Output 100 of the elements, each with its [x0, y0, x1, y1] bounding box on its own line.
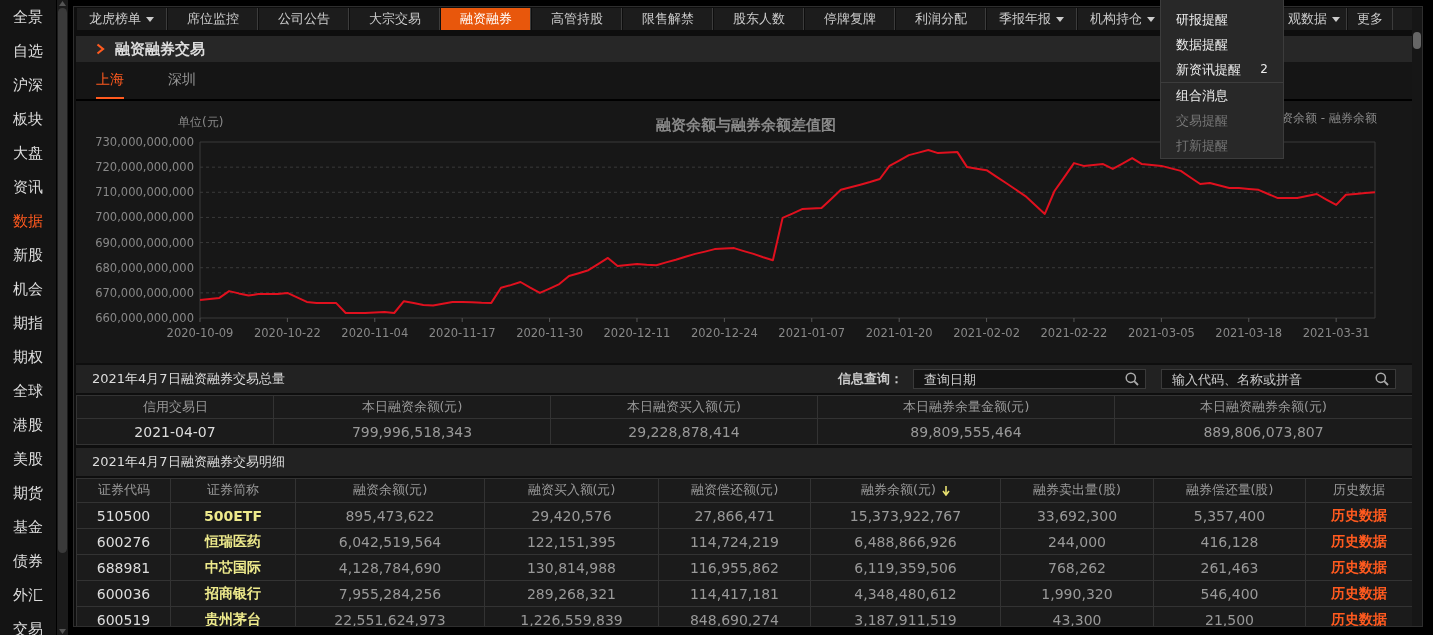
y-axis-label: 660,000,000,000	[95, 311, 194, 325]
y-axis-label: 700,000,000,000	[95, 210, 194, 225]
table-cell: 889,806,073,807	[1114, 418, 1413, 445]
sidebar-item[interactable]: 沪深	[0, 68, 56, 102]
query-label: 信息查询：	[838, 370, 903, 388]
x-axis-label: 2021-02-22	[1040, 326, 1108, 340]
y-axis-label: 710,000,000,000	[95, 185, 194, 200]
y-axis-label: 690,000,000,000	[95, 235, 194, 250]
nav-tab[interactable]: 龙虎榜单	[76, 8, 167, 30]
sidebar-item[interactable]: 港股	[0, 408, 56, 442]
table-cell: 29,228,878,414	[550, 418, 818, 445]
table-cell: 4,128,784,690	[295, 554, 485, 581]
search-icon	[1125, 372, 1139, 386]
nav-tab[interactable]: 融资融券	[440, 8, 531, 30]
table-cell: 114,724,219	[658, 528, 811, 555]
table-cell: 6,042,519,564	[295, 528, 485, 555]
x-axis-label: 2020-11-30	[516, 326, 583, 340]
column-header: 融券卖出量(股)	[1000, 478, 1154, 503]
nav-tab[interactable]: 股东人数	[713, 8, 804, 30]
sidebar-item[interactable]: 大盘	[0, 136, 56, 170]
table-cell: 89,809,555,464	[817, 418, 1115, 445]
sidebar-item[interactable]: 自选	[0, 34, 56, 68]
column-header: 本日融券余量金额(元)	[817, 395, 1115, 419]
sidebar-item[interactable]: 板块	[0, 102, 56, 136]
column-header: 融资偿还额(元)	[658, 478, 811, 503]
menu-item[interactable]: 数据提醒	[1161, 32, 1283, 57]
nav-tab[interactable]: 更多	[1347, 8, 1393, 30]
column-header: 融券偿还量(股)	[1153, 478, 1306, 503]
scrollbar-thumb[interactable]	[1413, 32, 1421, 49]
column-header: 历史数据	[1305, 478, 1413, 503]
nav-tab[interactable]: 限售解禁	[622, 8, 713, 30]
menu-item[interactable]: 组合消息	[1161, 83, 1283, 108]
column-header: 融资余额(元)	[295, 478, 485, 503]
table-title: 2021年4月7日融资融券交易明细	[92, 453, 285, 471]
column-header: 信用交易日	[76, 395, 274, 419]
search-field[interactable]: 查询日期	[913, 369, 1146, 389]
nav-tab[interactable]: 停牌复牌	[804, 8, 895, 30]
table-cell: 768,262	[1000, 554, 1154, 581]
chevron-icon	[96, 43, 105, 55]
table-cell: 895,473,622	[295, 502, 485, 529]
y-axis-label: 730,000,000,000	[95, 135, 194, 149]
nav-tab[interactable]: 利润分配	[895, 8, 986, 30]
table-cell: 29,420,576	[484, 502, 659, 529]
sidebar-item[interactable]: 资讯	[0, 170, 56, 204]
column-header: 本日融资买入额(元)	[550, 395, 818, 419]
table-cell: 6,488,866,926	[810, 528, 1001, 555]
sidebar-item[interactable]: 数据	[0, 204, 56, 238]
table-cell: 15,373,922,767	[810, 502, 1001, 529]
stock-code: 600036	[76, 580, 171, 607]
table-cell: 130,814,988	[484, 554, 659, 581]
stock-name: 500ETF	[170, 502, 296, 529]
search-field[interactable]: 输入代码、名称或拼音	[1161, 369, 1396, 389]
x-axis-label: 2020-12-11	[603, 326, 671, 340]
sidebar-item[interactable]: 美股	[0, 442, 56, 476]
nav-tab[interactable]: 大宗交易	[349, 8, 440, 30]
column-header: 证券代码	[76, 478, 171, 503]
sidebar-item[interactable]: 债券	[0, 544, 56, 578]
table-cell: 122,151,395	[484, 528, 659, 555]
region-tab[interactable]: 上海	[96, 62, 124, 99]
scrollbar-thumb[interactable]	[58, 8, 67, 553]
column-header: 本日融资融券余额(元)	[1114, 395, 1413, 419]
region-tab[interactable]: 深圳	[168, 62, 196, 99]
x-axis-label: 2020-11-04	[341, 326, 409, 340]
table-title: 2021年4月7日融资融券交易总量	[92, 370, 285, 388]
table-cell: 546,400	[1153, 580, 1306, 607]
table-cell: 416,128	[1153, 528, 1306, 555]
table-cell: 6,119,359,506	[810, 554, 1001, 581]
sidebar-item[interactable]: 期权	[0, 340, 56, 374]
chart-title: 融资余额与融券余额差值图	[656, 116, 836, 134]
nav-tab[interactable]: 公司公告	[258, 8, 349, 30]
count-label: 2	[1260, 61, 1268, 78]
sidebar-item[interactable]: 全景	[0, 0, 56, 34]
table-cell: 261,463	[1153, 554, 1306, 581]
stock-code: 510500	[76, 502, 171, 529]
stock-code: 688981	[76, 554, 171, 581]
sidebar-item[interactable]: 全球	[0, 374, 56, 408]
table-cell: 116,955,862	[658, 554, 811, 581]
section-title: 融资融券交易	[115, 39, 205, 59]
sidebar-item[interactable]: 期指	[0, 306, 56, 340]
menu-item[interactable]: 新资讯提醒 2	[1161, 57, 1283, 82]
stock-name: 招商银行	[170, 580, 296, 607]
table-cell: 289,268,321	[484, 580, 659, 607]
sidebar-item[interactable]: 机会	[0, 272, 56, 306]
sidebar-item[interactable]: 新股	[0, 238, 56, 272]
table-cell: 114,417,181	[658, 580, 811, 607]
axis-unit-label: 单位(元)	[178, 115, 224, 129]
nav-tab[interactable]: 席位监控	[167, 8, 258, 30]
column-header: 证券简称	[170, 478, 296, 503]
table-cell: 27,866,471	[658, 502, 811, 529]
sidebar-item[interactable]: 基金	[0, 510, 56, 544]
table-cell: 799,996,518,343	[273, 418, 551, 445]
scroll-down-icon[interactable]	[58, 628, 67, 635]
sidebar-item[interactable]: 外汇	[0, 578, 56, 612]
x-axis-label: 2021-03-31	[1302, 326, 1370, 340]
sidebar-item[interactable]: 期货	[0, 476, 56, 510]
table-cell: 5,357,400	[1153, 502, 1306, 529]
y-axis-label: 680,000,000,000	[95, 260, 194, 275]
nav-tab[interactable]: 季报年报	[986, 8, 1077, 30]
nav-tab[interactable]: 高管持股	[531, 8, 622, 30]
table-cell: 1,990,320	[1000, 580, 1154, 607]
